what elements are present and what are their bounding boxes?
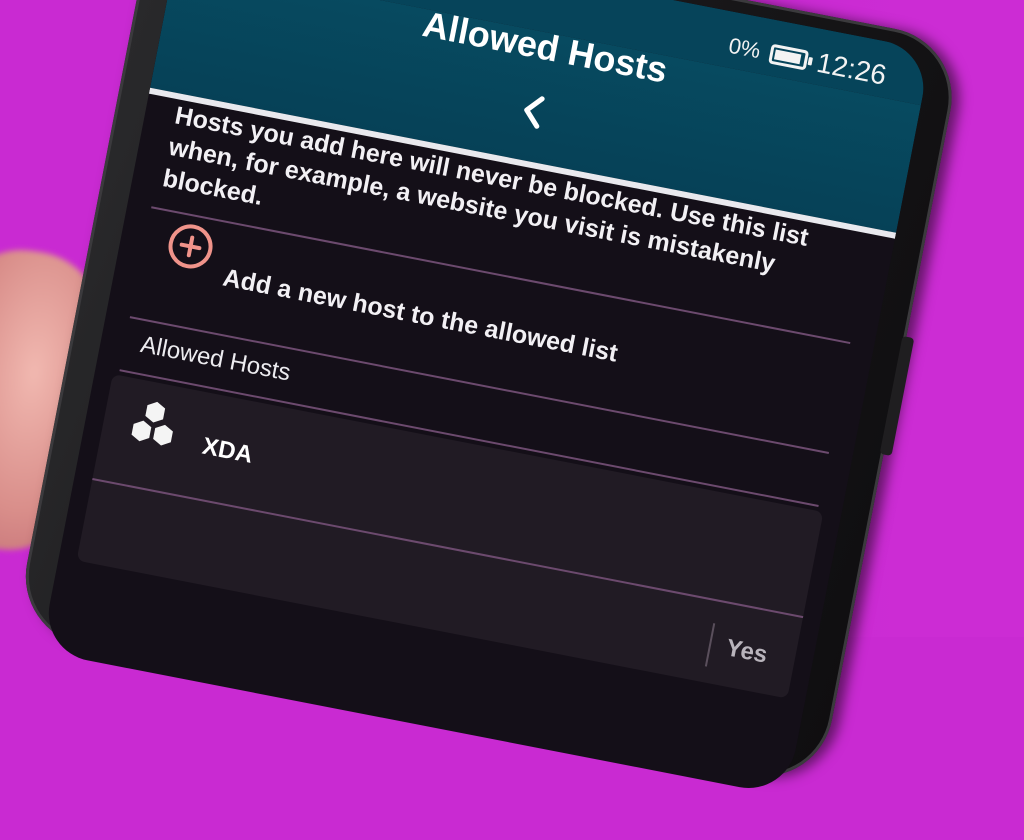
host-enabled-toggle[interactable]: Yes [704,623,771,678]
phone: 0% 12:26 Allowed Hosts Hosts you add her… [13,0,1024,826]
host-name: XDA [200,432,256,469]
battery-percent: 0% [726,32,763,64]
battery-icon [768,43,810,71]
phone-screen: 0% 12:26 Allowed Hosts Hosts you add her… [40,0,932,797]
enabled-value[interactable]: Yes [724,634,770,669]
separator [704,623,715,667]
back-icon[interactable] [509,88,556,135]
add-circle-icon[interactable] [164,220,217,273]
hexagon-cluster-icon [125,395,196,469]
